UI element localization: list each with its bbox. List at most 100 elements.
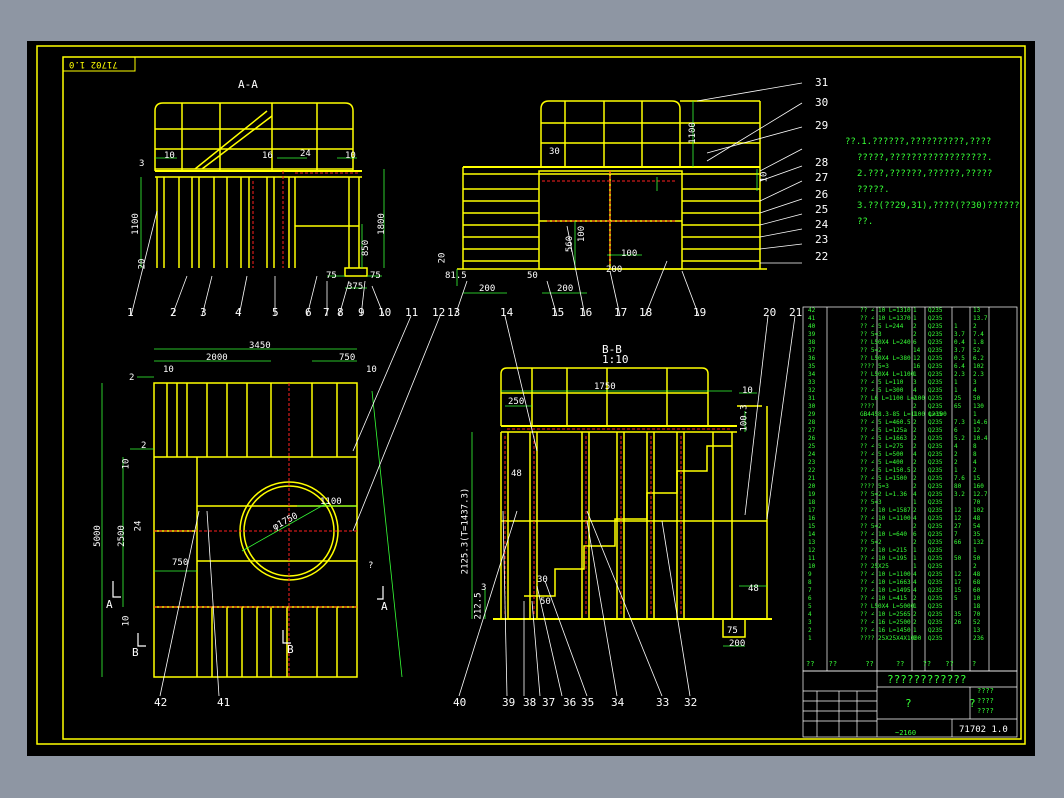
- balloon-33: 33: [656, 696, 670, 709]
- bom-cell: 15: [973, 475, 981, 482]
- bb-dim: 50: [540, 597, 551, 607]
- note-line: 2.???,??????,??????,?????: [857, 169, 993, 179]
- balloon-36: 36: [563, 696, 577, 709]
- bom-cell: 27: [954, 523, 962, 530]
- balloon-2: 2: [170, 306, 177, 319]
- bom-cell: Q235: [928, 555, 943, 562]
- bom-cell: ?? 25X25: [860, 563, 889, 570]
- bb-dim: 2125.3(T=1437.3): [460, 487, 471, 575]
- title-block-code: ????: [977, 687, 994, 695]
- title-block-qty: ~2160: [895, 729, 917, 737]
- bom-cell: 13.7: [973, 315, 988, 322]
- bom-cell: 1.8: [973, 339, 984, 346]
- balloon-20: 20: [763, 306, 777, 319]
- bom-cell: 1: [973, 411, 977, 418]
- balloon-25: 25: [815, 203, 829, 216]
- bom-cell: 20: [808, 483, 816, 490]
- bom-cell: 7.3: [954, 419, 965, 426]
- bom-row: 2 ?? ∠ 16 L=1450 1 Q235 13: [805, 627, 1021, 635]
- bom-cell: Q235: [928, 339, 943, 346]
- bom-cell: 60: [973, 587, 981, 594]
- plan-dim: 2: [141, 441, 147, 451]
- bom-cell: 1: [954, 379, 958, 386]
- section-bb-view: [493, 367, 772, 638]
- bom-cell: 11: [808, 555, 816, 562]
- plan-dim: 10: [366, 365, 377, 375]
- bom-cell: 70: [973, 611, 981, 618]
- bom-header-cell: ??: [945, 660, 954, 668]
- bom-cell: Q235: [928, 315, 943, 322]
- bom-cell: 29: [808, 411, 816, 418]
- aa-dim: 75: [326, 271, 337, 281]
- bom-cell: 26: [954, 619, 962, 626]
- balloon-37: 37: [542, 696, 556, 709]
- bom-cell: 12: [913, 355, 921, 362]
- bom-row: 34 ?? L50X4 L=1100 1 Q235 2.3 2.3: [805, 371, 1021, 379]
- bom-cell: ?? ∠ 16 L=1450: [860, 627, 911, 634]
- bom-cell: 38: [808, 339, 816, 346]
- bom-cell: 6: [913, 339, 917, 346]
- bom-row: 36 ?? L50X4 L=380 12 Q235 0.5 6.2: [805, 355, 1021, 363]
- bom-cell: 2: [913, 331, 917, 338]
- bom-cell: ?? ∠ 5 L=500: [860, 451, 904, 458]
- bom-cell: 13: [973, 627, 981, 634]
- bom-cell: 12: [954, 571, 962, 578]
- bom-cell: 13: [973, 307, 981, 314]
- plan-dim: 10: [163, 365, 174, 375]
- bom-cell: Q235: [928, 435, 943, 442]
- bom-cell: 16: [913, 363, 921, 370]
- bom-cell: Q235: [928, 467, 943, 474]
- bom-row: 9 ?? ∠ 10 L=1100 4 Q235 12 48: [805, 571, 1021, 579]
- note-line: ??.1.??????,??????????,????: [845, 137, 992, 147]
- bom-cell: Q235: [928, 307, 943, 314]
- bom-row: 10 ?? 25X25 1 Q235 2: [805, 563, 1021, 571]
- bom-cell: 50: [973, 555, 981, 562]
- bom-row: 22?? ∠ 5 L=150.5 2 Q235 1 2: [805, 467, 1021, 475]
- bom-row: 32 ?? ∠ 5 L=300 4 Q235 1 4: [805, 387, 1021, 395]
- bom-cell: 2: [913, 483, 917, 490]
- bom-header-cell: ??: [922, 660, 932, 668]
- bom-cell: 2.3: [954, 371, 965, 378]
- bom-cell: Q235: [928, 395, 943, 402]
- bom-cell: 2: [913, 619, 917, 626]
- bom-cell: Q235: [928, 571, 943, 578]
- bom-cell: 2: [913, 435, 917, 442]
- bom-cell: Q235: [928, 595, 943, 602]
- balloon-42: 42: [154, 696, 168, 709]
- bom-cell: ?? ∠ 10 L=2565: [860, 611, 911, 618]
- plan-dim: 750: [172, 558, 189, 568]
- bom-cell: ?? ∠ 5 L=1663: [860, 435, 907, 442]
- bom-row: 13 ?? 5=2 2 Q235 66 132: [805, 539, 1021, 547]
- bom-cell: 5: [954, 595, 958, 602]
- bom-cell: 80: [954, 483, 962, 490]
- bom-row: 20 ???? 5=3 2 Q235 80 160: [805, 483, 1021, 491]
- bom-cell: ?? ∠ 5 L=150.5: [860, 467, 911, 474]
- bom-cell: 14: [808, 531, 816, 538]
- side-dim: 20: [437, 252, 448, 264]
- bom-cell: 14.6: [973, 419, 988, 426]
- bom-cell: ?? L50X4 L=240: [860, 339, 911, 346]
- plan-dim: 10: [121, 458, 132, 470]
- bom-cell: 34: [808, 371, 816, 378]
- side-dim: 1100: [687, 122, 698, 144]
- bom-cell: 2: [913, 475, 917, 482]
- bb-dim: 212.5: [473, 592, 484, 620]
- bb-dim: 48: [511, 469, 522, 479]
- plan-dim: 1100: [320, 497, 342, 507]
- bom-cell: Q235: [928, 419, 943, 426]
- bom-cell: 2: [913, 419, 917, 426]
- balloon-6: 6: [305, 306, 312, 319]
- bom-cell: 3.7: [954, 347, 965, 354]
- balloon-40: 40: [453, 696, 467, 709]
- bom-cell: 2: [913, 395, 917, 402]
- bom-cell: ?? ∠ 5 L=110: [860, 379, 904, 386]
- bom-cell: 12.7: [973, 491, 988, 498]
- bom-cell: ????: [860, 403, 875, 410]
- balloon-27: 27: [815, 171, 829, 184]
- bom-row: 31?? L6 L=1100 L=100 2 Q235 25 50: [805, 395, 1021, 403]
- bom-row: 24 ?? ∠ 5 L=500 4 Q235 2 8: [805, 451, 1021, 459]
- balloon-28: 28: [815, 156, 829, 169]
- balloon-22: 22: [815, 250, 829, 263]
- side-dim: 560: [565, 235, 576, 253]
- bom-row: 37 ?? 5=2 14 Q235 3.7 52: [805, 347, 1021, 355]
